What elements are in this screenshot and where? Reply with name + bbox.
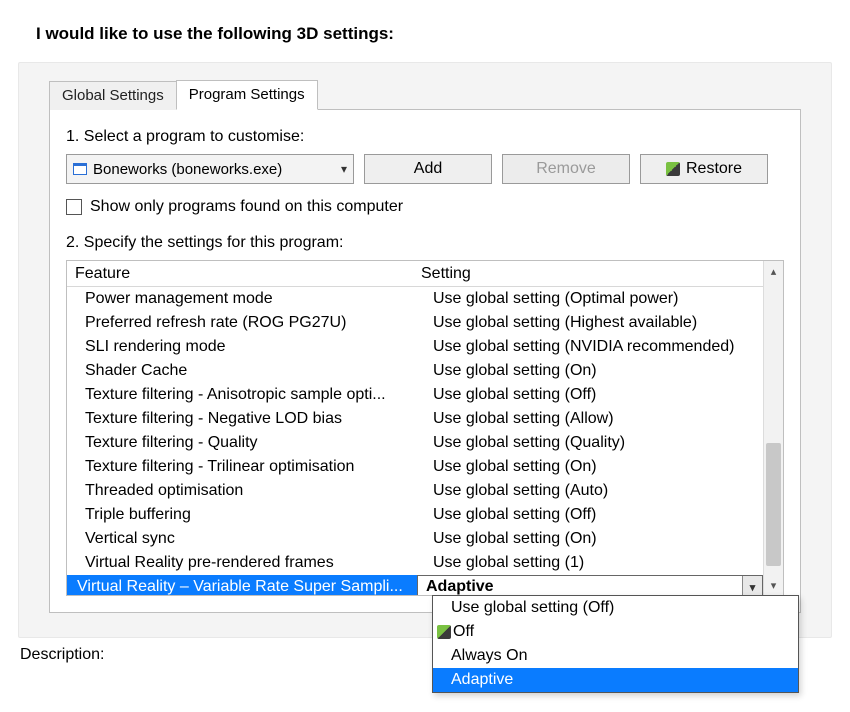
- dropdown-option-always-on[interactable]: Always On: [433, 644, 798, 668]
- restore-button-label: Restore: [686, 160, 742, 178]
- setting-dropdown[interactable]: Use global setting (Off) Off Always On A…: [432, 595, 799, 693]
- settings-grid: Feature Setting Power management modeUse…: [66, 260, 784, 596]
- chevron-down-icon: ▾: [341, 162, 347, 176]
- feature-label: Power management mode: [67, 290, 417, 308]
- program-select-combo[interactable]: Boneworks (boneworks.exe) ▾: [66, 154, 354, 184]
- table-row[interactable]: Texture filtering - Trilinear optimisati…: [67, 455, 763, 479]
- show-only-checkbox[interactable]: [66, 199, 82, 215]
- feature-label: Virtual Reality pre-rendered frames: [67, 554, 417, 572]
- setting-value: Use global setting (1): [417, 554, 763, 572]
- setting-value: Use global setting (Optimal power): [417, 290, 763, 308]
- table-row[interactable]: Texture filtering - Anisotropic sample o…: [67, 383, 763, 407]
- table-row[interactable]: Texture filtering - QualityUse global se…: [67, 431, 763, 455]
- setting-value: Use global setting (On): [417, 530, 763, 548]
- show-only-label: Show only programs found on this compute…: [90, 198, 403, 216]
- setting-value: Use global setting (Auto): [417, 482, 763, 500]
- restore-button[interactable]: Restore: [640, 154, 768, 184]
- column-header-setting[interactable]: Setting: [417, 265, 763, 283]
- page-title: I would like to use the following 3D set…: [36, 24, 832, 44]
- dropdown-option-adaptive[interactable]: Adaptive: [433, 668, 798, 692]
- setting-value: Use global setting (NVIDIA recommended): [417, 338, 763, 356]
- setting-value: Use global setting (On): [417, 362, 763, 380]
- table-row-selected[interactable]: Virtual Reality – Variable Rate Super Sa…: [67, 575, 763, 595]
- step2-label: 2. Specify the settings for this program…: [66, 234, 784, 252]
- table-row[interactable]: Texture filtering - Negative LOD biasUse…: [67, 407, 763, 431]
- dropdown-option-off[interactable]: Off: [433, 620, 798, 644]
- setting-value: Use global setting (Off): [417, 506, 763, 524]
- table-row[interactable]: Vertical syncUse global setting (On): [67, 527, 763, 551]
- vertical-scrollbar[interactable]: ▴ ▾: [763, 261, 783, 595]
- step1-label: 1. Select a program to customise:: [66, 128, 784, 146]
- feature-label: Threaded optimisation: [67, 482, 417, 500]
- dropdown-option-off-label: Off: [453, 623, 474, 641]
- setting-value: Use global setting (On): [417, 458, 763, 476]
- show-only-row: Show only programs found on this compute…: [66, 198, 784, 216]
- tab-global-settings[interactable]: Global Settings: [49, 81, 177, 110]
- nvidia-icon: [666, 162, 680, 176]
- table-row[interactable]: Preferred refresh rate (ROG PG27U)Use gl…: [67, 311, 763, 335]
- setting-value: Use global setting (Off): [417, 386, 763, 404]
- dropdown-option-global[interactable]: Use global setting (Off): [433, 596, 798, 620]
- column-header-feature[interactable]: Feature: [67, 265, 417, 283]
- settings-panel: Global Settings Program Settings 1. Sele…: [18, 62, 832, 638]
- settings-grid-header: Feature Setting: [67, 261, 763, 287]
- chevron-down-icon[interactable]: ▾: [742, 576, 762, 595]
- setting-value: Use global setting (Allow): [417, 410, 763, 428]
- nvidia-icon: [437, 625, 451, 639]
- scroll-down-button[interactable]: ▾: [764, 575, 783, 595]
- add-button[interactable]: Add: [364, 154, 492, 184]
- feature-label: SLI rendering mode: [67, 338, 417, 356]
- feature-label: Triple buffering: [67, 506, 417, 524]
- feature-label: Texture filtering - Anisotropic sample o…: [67, 386, 417, 404]
- remove-button: Remove: [502, 154, 630, 184]
- feature-label: Preferred refresh rate (ROG PG27U): [67, 314, 417, 332]
- tab-program-settings[interactable]: Program Settings: [176, 80, 318, 110]
- feature-label: Vertical sync: [67, 530, 417, 548]
- feature-label: Shader Cache: [67, 362, 417, 380]
- scrollbar-track[interactable]: [764, 281, 783, 575]
- table-row[interactable]: Power management modeUse global setting …: [67, 287, 763, 311]
- feature-label: Texture filtering - Negative LOD bias: [67, 410, 417, 428]
- feature-label: Texture filtering - Quality: [67, 434, 417, 452]
- table-row[interactable]: Threaded optimisationUse global setting …: [67, 479, 763, 503]
- program-select-row: Boneworks (boneworks.exe) ▾ Add Remove R…: [66, 154, 784, 184]
- selected-setting-value: Adaptive: [426, 578, 494, 595]
- selected-setting-combo[interactable]: Adaptive ▾: [417, 575, 763, 595]
- scrollbar-thumb[interactable]: [766, 443, 781, 566]
- feature-label: Texture filtering - Trilinear optimisati…: [67, 458, 417, 476]
- setting-value: Use global setting (Highest available): [417, 314, 763, 332]
- tab-bar: Global Settings Program Settings: [19, 79, 831, 109]
- selected-feature-label: Virtual Reality – Variable Rate Super Sa…: [67, 578, 417, 595]
- setting-value: Use global setting (Quality): [417, 434, 763, 452]
- scroll-up-button[interactable]: ▴: [764, 261, 783, 281]
- table-row[interactable]: Virtual Reality pre-rendered framesUse g…: [67, 551, 763, 575]
- table-row[interactable]: Shader CacheUse global setting (On): [67, 359, 763, 383]
- table-row[interactable]: SLI rendering modeUse global setting (NV…: [67, 335, 763, 359]
- tab-body-program-settings: 1. Select a program to customise: Bonewo…: [49, 109, 801, 613]
- application-icon: [73, 163, 87, 175]
- program-select-value: Boneworks (boneworks.exe): [93, 161, 341, 178]
- table-row[interactable]: Triple bufferingUse global setting (Off): [67, 503, 763, 527]
